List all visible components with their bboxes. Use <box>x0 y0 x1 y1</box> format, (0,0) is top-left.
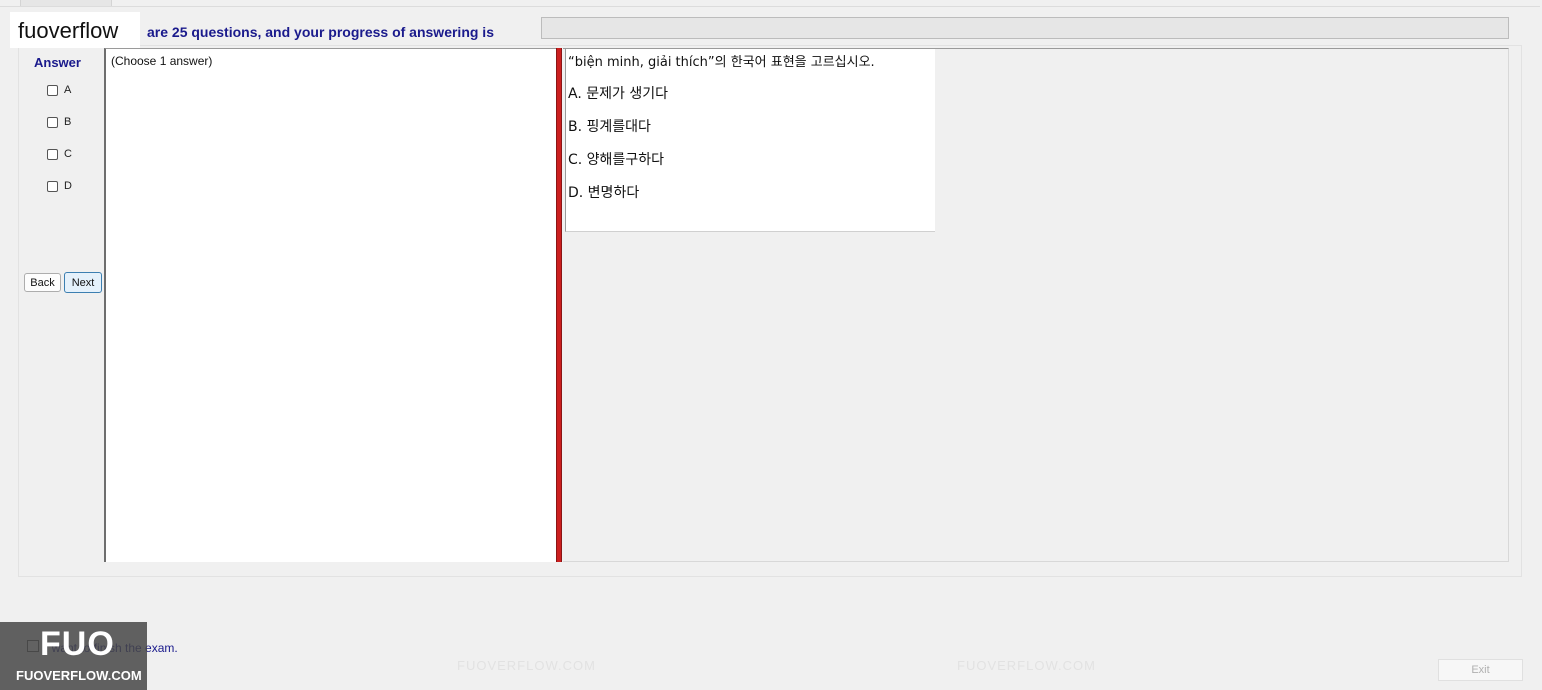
answer-option-b[interactable]: B <box>47 115 71 129</box>
answer-option-label: C <box>64 148 72 160</box>
progress-label: are 25 questions, and your progress of a… <box>147 24 494 40</box>
answer-checkbox-a[interactable] <box>47 84 58 96</box>
answer-option-c[interactable]: C <box>47 147 72 161</box>
watermark-text: FUOVERFLOW.COM <box>957 658 1096 673</box>
question-text: “biện minh, giải thích”의 한국어 표현을 고르십시오. <box>568 55 875 70</box>
answer-checkbox-b[interactable] <box>47 116 58 128</box>
question-option-c: C. 양해를구하다 <box>568 152 664 168</box>
next-button[interactable]: Next <box>64 272 102 293</box>
answer-checkbox-c[interactable] <box>47 148 58 160</box>
question-option-a: A. 문제가 생기다 <box>568 86 668 102</box>
logo: fuoverflow <box>18 18 119 43</box>
back-button[interactable]: Back <box>24 273 61 292</box>
answer-option-a[interactable]: A <box>47 83 71 97</box>
top-divider <box>0 6 1540 7</box>
watermark-text: FUOVERFLOW.COM <box>457 658 596 673</box>
question-option-b: B. 핑계를대다 <box>568 119 651 135</box>
answer-text-panel[interactable] <box>104 48 556 562</box>
answer-option-label: A <box>64 84 72 96</box>
answer-title: Answer <box>34 55 81 70</box>
question-box <box>565 49 935 232</box>
exam-window: are 25 questions, and your progress of a… <box>0 0 1542 690</box>
answer-checkbox-d[interactable] <box>47 180 58 192</box>
corner-logo-text: FUOVERFLOW.COM <box>16 668 142 683</box>
corner-logo-mark: FUO <box>40 625 115 663</box>
answer-option-label: B <box>64 116 72 128</box>
progress-bar <box>541 17 1509 39</box>
question-option-d: D. 변명하다 <box>568 185 640 201</box>
panel-splitter[interactable] <box>556 48 562 562</box>
answer-option-label: D <box>64 180 72 192</box>
choose-instruction: (Choose 1 answer) <box>111 54 213 68</box>
exit-button[interactable]: Exit <box>1438 659 1523 681</box>
answer-option-d[interactable]: D <box>47 179 72 193</box>
